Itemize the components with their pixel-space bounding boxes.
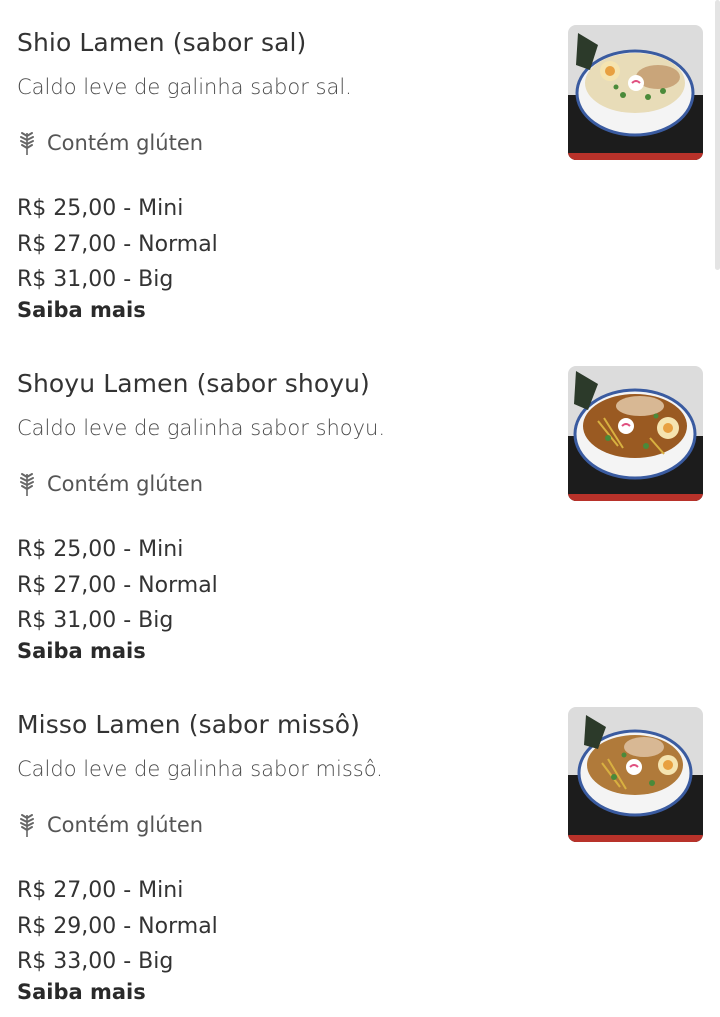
- gluten-tag: Contém glúten: [17, 810, 203, 840]
- price-big: R$ 33,00 - Big: [17, 949, 174, 974]
- price-normal: R$ 27,00 - Normal: [17, 231, 218, 257]
- saiba-mais-link[interactable]: Saiba mais: [17, 639, 146, 663]
- gluten-label: Contém glúten: [47, 813, 204, 837]
- price-big: R$ 31,00 - Big: [17, 267, 174, 292]
- price-list: R$ 27,00 - Mini R$ 29,00 - Normal R$ 33,…: [17, 873, 218, 980]
- gluten-label: Contém glúten: [47, 472, 204, 496]
- scrollbar[interactable]: [715, 0, 720, 270]
- price-big: R$ 31,00 - Big: [17, 608, 174, 633]
- price-mini: R$ 25,00 - Mini: [17, 196, 184, 221]
- shoyu-ramen-image[interactable]: [568, 366, 703, 501]
- saiba-mais-link[interactable]: Saiba mais: [17, 298, 146, 322]
- gluten-label: Contém glúten: [47, 131, 204, 155]
- price-mini: R$ 27,00 - Mini: [17, 878, 184, 903]
- item-title: Shoyu Lamen (sabor shoyu): [17, 369, 370, 398]
- item-title: Shio Lamen (sabor sal): [17, 28, 307, 57]
- item-description: Caldo leve de galinha sabor missô.: [17, 757, 383, 781]
- shio-ramen-image[interactable]: [568, 25, 703, 160]
- item-title: Misso Lamen (sabor missô): [17, 710, 360, 739]
- price-mini: R$ 25,00 - Mini: [17, 537, 184, 562]
- menu-item-shoyu-lamen[interactable]: Shoyu Lamen (sabor shoyu) Caldo leve de …: [0, 341, 720, 671]
- wheat-icon: [20, 814, 34, 837]
- price-list: R$ 25,00 - Mini R$ 27,00 - Normal R$ 31,…: [17, 191, 218, 298]
- price-normal: R$ 27,00 - Normal: [17, 572, 218, 598]
- wheat-icon: [20, 473, 34, 496]
- misso-ramen-image[interactable]: [568, 707, 703, 842]
- wheat-icon: [20, 132, 34, 155]
- saiba-mais-link[interactable]: Saiba mais: [17, 980, 146, 1004]
- item-description: Caldo leve de galinha sabor shoyu.: [17, 416, 386, 440]
- gluten-tag: Contém glúten: [17, 469, 203, 499]
- gluten-tag: Contém glúten: [17, 128, 203, 158]
- price-normal: R$ 29,00 - Normal: [17, 913, 218, 939]
- menu-item-shio-lamen[interactable]: Shio Lamen (sabor sal) Caldo leve de gal…: [0, 0, 720, 330]
- item-description: Caldo leve de galinha sabor sal.: [17, 75, 352, 99]
- price-list: R$ 25,00 - Mini R$ 27,00 - Normal R$ 31,…: [17, 532, 218, 639]
- menu-item-misso-lamen[interactable]: Misso Lamen (sabor missô) Caldo leve de …: [0, 682, 720, 1012]
